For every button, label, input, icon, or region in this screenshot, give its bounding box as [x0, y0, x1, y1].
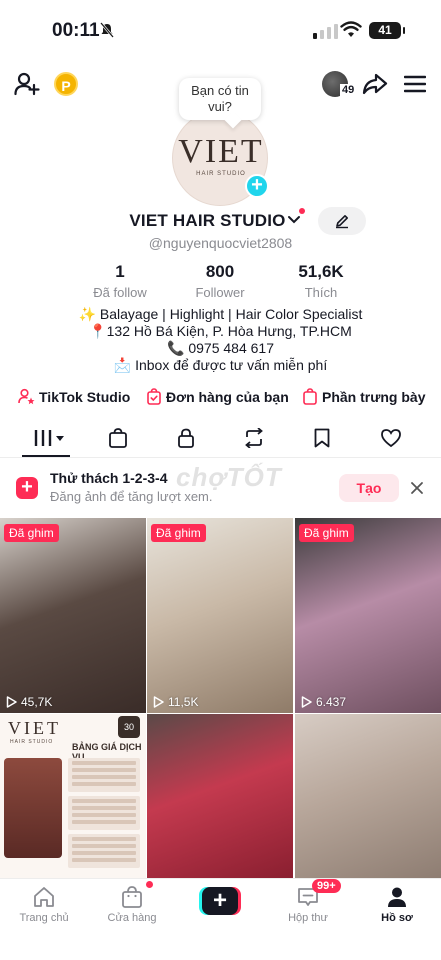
link-label: Phần trưng bày: [322, 388, 426, 405]
nav-label: Hồ sơ: [381, 912, 413, 924]
orders-link[interactable]: Đơn hàng của bạn: [146, 388, 289, 405]
create-plus-icon[interactable]: +: [199, 887, 241, 915]
price-card-section: [68, 834, 140, 868]
active-tab-indicator: [22, 455, 70, 457]
inbox-badge: 99+: [312, 879, 341, 893]
tiktok-studio-link[interactable]: TikTok Studio: [18, 388, 130, 405]
order-bag-icon: [147, 388, 161, 405]
profile-bio: ✨ Balayage | Highlight | Hair Color Spec…: [0, 306, 441, 374]
stat-likes[interactable]: 51,6K Thích: [266, 262, 376, 300]
bottom-nav: Trang chủ Cửa hàng + Hộp thư 99+ Hồ sơ: [0, 878, 441, 960]
avatar-logo-text: VIET: [178, 133, 264, 170]
notification-dot: [299, 208, 305, 214]
price-card-logo-sub: HAIR STUDIO: [10, 739, 54, 745]
tab-shop[interactable]: [108, 428, 128, 448]
view-count-text: 6.437: [316, 695, 347, 709]
status-tooltip[interactable]: Bạn có tin vui?: [179, 78, 261, 120]
person-star-icon: [18, 388, 35, 405]
view-count-text: 11,5K: [168, 695, 199, 709]
pinned-badge: Đã ghim: [4, 524, 59, 542]
tab-favorites[interactable]: [313, 428, 331, 448]
tab-private[interactable]: [176, 428, 196, 448]
price-card-logo: VIET: [8, 718, 61, 738]
pinned-badge: Đã ghim: [299, 524, 354, 542]
tab-videos-grid[interactable]: [32, 428, 66, 448]
stat-label: Follower: [195, 285, 245, 300]
shop-icon: [122, 886, 142, 908]
wifi-icon: [340, 21, 362, 37]
pencil-icon: [336, 215, 348, 229]
home-icon: [34, 887, 54, 907]
video-tile[interactable]: Đã ghim 11,5K: [147, 518, 293, 713]
profile-links: TikTok Studio Đơn hàng của bạn Phần trưn…: [0, 388, 441, 410]
stat-following[interactable]: 1 Đã follow: [65, 262, 175, 300]
challenge-title: Thử thách 1-2-3-4: [50, 470, 168, 486]
view-count-text: 45,7K: [21, 695, 53, 709]
battery-indicator: 41: [369, 22, 405, 39]
pinned-badge: Đã ghim: [151, 524, 206, 542]
view-count: 45,7K: [6, 695, 52, 709]
shop-notification-dot: [146, 881, 153, 888]
bio-line: 📍132 Hồ Bá Kiện, P. Hòa Hưng, TP.HCM: [89, 323, 352, 339]
profile-name-text: VIET HAIR STUDIO: [129, 211, 286, 230]
menu-icon[interactable]: [404, 74, 426, 94]
challenge-create-button[interactable]: Tạo: [339, 474, 399, 502]
price-card-badge: 30: [118, 716, 140, 738]
video-tile[interactable]: Đã ghim 6.437: [295, 518, 441, 713]
coin-icon[interactable]: P: [54, 72, 78, 96]
video-tile[interactable]: [147, 714, 293, 878]
nav-shop[interactable]: Cửa hàng: [97, 885, 167, 924]
stat-value: 800: [205, 262, 235, 281]
play-icon: [153, 696, 164, 708]
price-card-section: [68, 796, 140, 830]
video-tile[interactable]: VIET HAIR STUDIO 30 BẢNG GIÁ DỊCH VỤ: [0, 714, 146, 878]
status-bar: 00:11 41: [0, 0, 441, 60]
view-count: 11,5K: [153, 695, 198, 709]
play-icon: [301, 696, 312, 708]
stat-value: 51,6K: [298, 262, 344, 281]
signal-icon: [313, 24, 338, 39]
add-story-button[interactable]: +: [245, 174, 269, 198]
close-icon[interactable]: [409, 480, 425, 496]
nav-label: Cửa hàng: [107, 912, 157, 924]
price-card-section: [68, 758, 140, 792]
bio-line: ✨ Balayage | Highlight | Hair Color Spec…: [78, 306, 363, 322]
link-label: TikTok Studio: [39, 388, 131, 405]
nav-home[interactable]: Trang chủ: [9, 885, 79, 924]
price-list-thumbnail: VIET HAIR STUDIO 30 BẢNG GIÁ DỊCH VỤ: [0, 714, 146, 878]
stat-label: Thích: [304, 285, 338, 300]
bio-line: 📩 Inbox để được tư vấn miễn phí: [113, 357, 328, 373]
tab-reposts[interactable]: [243, 428, 265, 448]
nav-label: Trang chủ: [19, 912, 69, 924]
video-grid: Đã ghim 45,7K Đã ghim 11,5K Đã ghim 6.43…: [0, 518, 441, 878]
video-tile[interactable]: [295, 714, 441, 878]
tab-liked[interactable]: [380, 428, 402, 448]
profile-icon: [388, 887, 406, 907]
nav-profile[interactable]: Hồ sơ: [362, 885, 432, 924]
content-tabs: [0, 420, 441, 458]
profile-username: @nguyenquocviet2808: [148, 235, 293, 251]
video-tile[interactable]: Đã ghim 45,7K: [0, 518, 146, 713]
bell-muted-icon: [100, 22, 114, 38]
nav-label: Hộp thư: [288, 912, 328, 924]
stat-followers[interactable]: 800 Follower: [165, 262, 275, 300]
showcase-link[interactable]: Phần trưng bày: [302, 388, 425, 405]
price-card-photo: [4, 758, 62, 858]
view-count: 6.437: [301, 695, 346, 709]
play-icon: [6, 696, 17, 708]
watermark: chợTỐT: [176, 462, 282, 492]
link-label: Đơn hàng của bạn: [166, 388, 289, 405]
stat-value: 1: [115, 262, 125, 281]
edit-profile-button[interactable]: [318, 207, 366, 235]
stat-label: Đã follow: [93, 285, 147, 300]
challenge-plus-icon: +: [16, 477, 38, 499]
showcase-bag-icon: [303, 388, 317, 405]
bio-line: 📞 0975 484 617: [167, 340, 274, 356]
share-icon[interactable]: [362, 72, 388, 96]
chevron-down-icon[interactable]: [287, 212, 301, 226]
profile-name: VIET HAIR STUDIO: [0, 211, 441, 231]
friends-count: 49: [340, 84, 357, 96]
status-time: 00:11: [52, 20, 100, 41]
add-friend-icon[interactable]: [14, 72, 40, 96]
